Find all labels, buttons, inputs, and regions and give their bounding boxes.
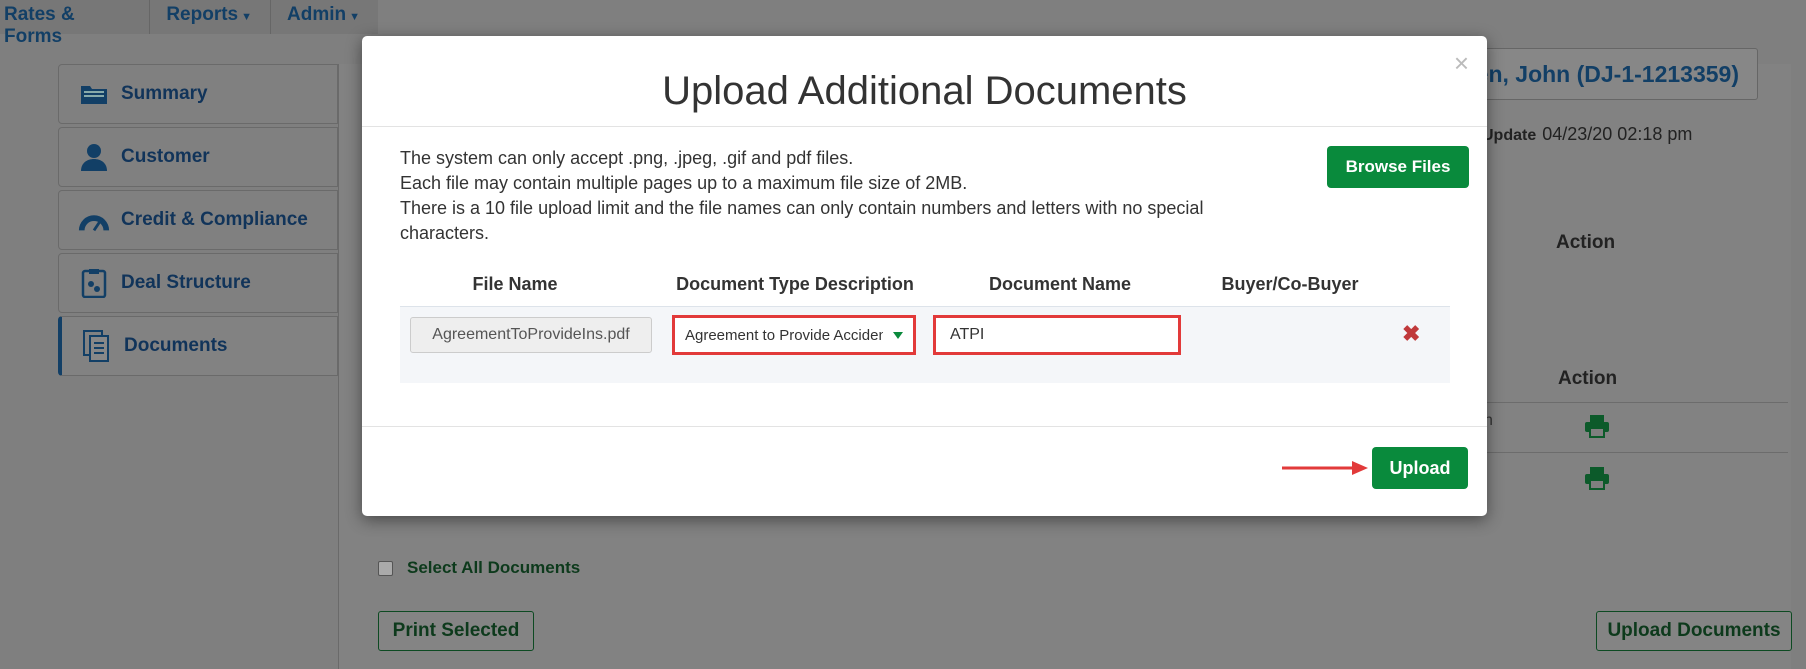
folder-icon (77, 79, 111, 109)
printer-icon[interactable] (1584, 414, 1610, 438)
sidebar-item-label: Summary (121, 83, 208, 104)
pointer-arrow-icon (1282, 461, 1368, 475)
sidebar-item-label: Credit & Compliance (121, 209, 308, 230)
print-selected-button[interactable]: Print Selected (378, 611, 534, 651)
last-update-value: 04/23/20 02:18 pm (1542, 124, 1693, 144)
top-nav: Rates & Forms Reports ▼ Admin ▼ (0, 0, 378, 47)
file-name-field: AgreementToProvideIns.pdf (410, 317, 652, 353)
document-type-select[interactable]: Agreement to Provide Acciden... (672, 315, 916, 355)
sidebar: Summary Customer Credit & Compliance Dea… (58, 64, 338, 379)
remove-file-icon[interactable]: ✖ (1402, 321, 1420, 347)
sidebar-item-documents[interactable]: Documents (58, 316, 338, 376)
action-header: Action (1558, 368, 1618, 389)
table-row: AgreementToProvideIns.pdf Agreement to P… (400, 306, 1450, 383)
modal-footer-divider (362, 426, 1487, 427)
instruction-line: characters. (400, 223, 490, 243)
close-icon[interactable]: × (1454, 50, 1469, 76)
sidebar-item-deal-structure[interactable]: Deal Structure (58, 253, 338, 313)
column-header-document-type: Document Type Description (676, 274, 914, 294)
sidebar-item-label: Deal Structure (121, 272, 251, 293)
column-header-document-name: Document Name (988, 274, 1132, 294)
dropdown-arrow-icon (893, 331, 903, 339)
last-update-label: Update (1482, 127, 1537, 144)
select-all-label[interactable]: Select All Documents (407, 558, 580, 578)
select-all-checkbox[interactable] (378, 560, 393, 576)
documents-icon (80, 330, 114, 362)
document-type-value: Agreement to Provide Acciden... (685, 326, 883, 344)
gauge-icon (77, 205, 111, 235)
document-name-input[interactable] (933, 315, 1181, 355)
instruction-line: Each file may contain multiple pages up … (400, 173, 968, 193)
clipboard-icon (77, 268, 111, 298)
select-all-row: Select All Documents (378, 558, 580, 578)
nav-reports[interactable]: Reports ▼ (150, 0, 271, 34)
upload-documents-button[interactable]: Upload Documents (1596, 611, 1792, 651)
upload-button[interactable]: Upload (1372, 447, 1468, 489)
sidebar-item-summary[interactable]: Summary (58, 64, 338, 124)
nav-rates-forms[interactable]: Rates & Forms (0, 0, 151, 47)
caret-down-icon: ▼ (349, 11, 360, 23)
instruction-line: There is a 10 file upload limit and the … (400, 198, 1204, 218)
browse-files-button[interactable]: Browse Files (1327, 146, 1469, 188)
instruction-line: The system can only accept .png, .jpeg, … (400, 148, 854, 168)
sidebar-item-label: Customer (121, 146, 210, 167)
column-header-file-name: File Name (472, 274, 558, 294)
sidebar-item-customer[interactable]: Customer (58, 127, 338, 187)
table-header: File Name Document Type Description Docu… (400, 274, 1450, 298)
sidebar-item-label: Documents (124, 335, 228, 356)
printer-icon[interactable] (1584, 466, 1610, 490)
upload-instructions: The system can only accept .png, .jpeg, … (400, 146, 1240, 246)
modal-header: Upload Additional Documents × (362, 36, 1487, 127)
nav-label: Rates & Forms (4, 4, 75, 47)
modal-title: Upload Additional Documents (662, 68, 1187, 113)
action-header: Action (1556, 232, 1616, 253)
nav-label: Reports (166, 4, 239, 25)
column-header-buyer: Buyer/Co-Buyer (1221, 274, 1359, 294)
upload-modal: Upload Additional Documents × The system… (362, 36, 1487, 516)
nav-label: Admin (287, 4, 347, 25)
customer-header: en, John (DJ-1-1213359) (1470, 48, 1758, 100)
sidebar-item-credit-compliance[interactable]: Credit & Compliance (58, 190, 338, 250)
nav-admin[interactable]: Admin ▼ (271, 0, 378, 34)
user-icon (77, 142, 111, 172)
caret-down-icon: ▼ (241, 11, 252, 23)
last-update: Update 04/23/20 02:18 pm (1482, 124, 1692, 145)
